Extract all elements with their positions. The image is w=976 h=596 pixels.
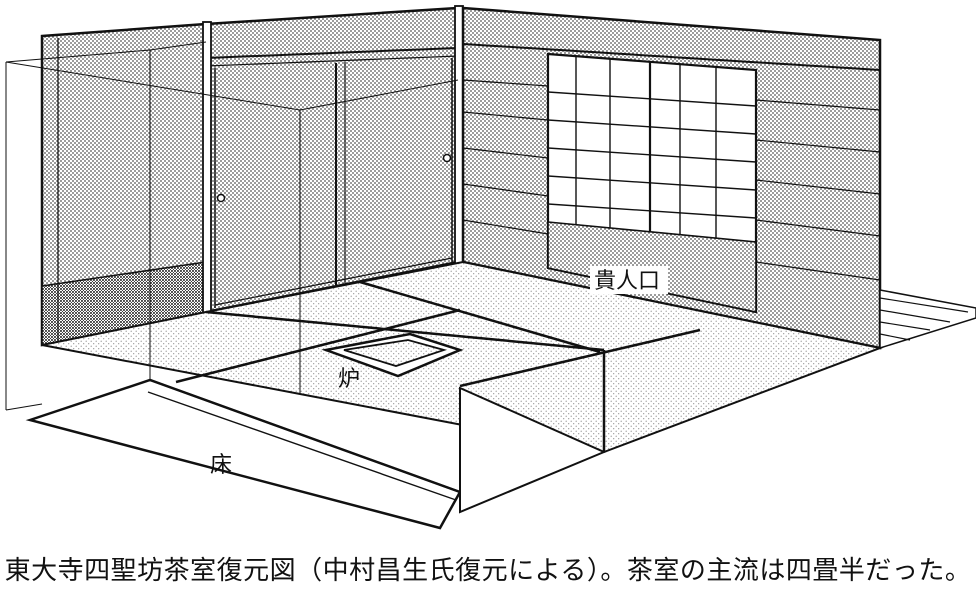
figure-caption: 東大寺四聖坊茶室復元図（中村昌生氏復元による）。茶室の主流は四畳半だった。 <box>4 556 972 586</box>
label-kijinguchi: 貴人口 <box>590 266 668 294</box>
svg-text:床: 床 <box>210 453 232 478</box>
svg-text:炉: 炉 <box>338 367 360 392</box>
back-wall <box>204 6 460 314</box>
tea-room-illustration: 貴人口 炉 床 <box>5 5 976 530</box>
fusuma-handle-right <box>442 153 452 163</box>
svg-text:貴人口: 貴人口 <box>594 269 660 294</box>
label-toko: 床 <box>210 453 232 478</box>
veranda <box>879 289 976 350</box>
label-ro: 炉 <box>338 367 360 392</box>
corner-post-left <box>202 21 212 315</box>
fusuma-handle-left <box>216 193 226 203</box>
